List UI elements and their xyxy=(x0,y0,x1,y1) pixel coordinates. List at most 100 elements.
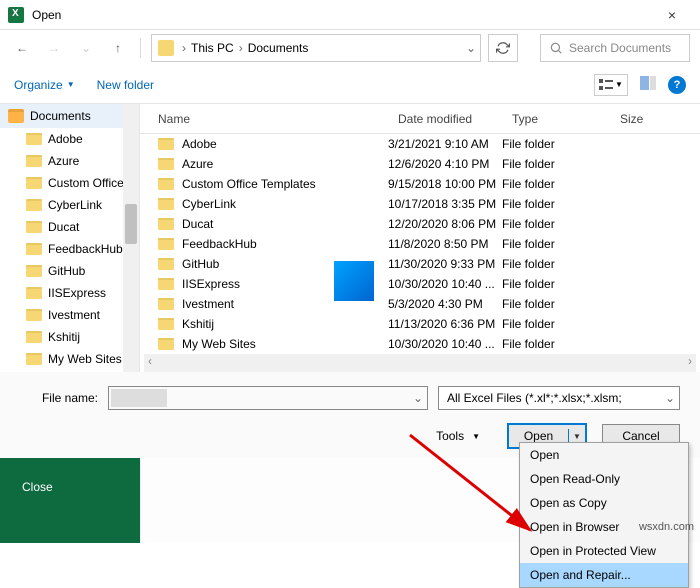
titlebar: Open × xyxy=(0,0,700,30)
chevron-right-icon[interactable]: › xyxy=(180,41,188,55)
tree-item[interactable]: GitHub xyxy=(0,260,139,282)
row-type: File folder xyxy=(502,317,610,331)
open-label[interactable]: Open xyxy=(509,429,569,443)
folder-icon xyxy=(158,318,174,330)
excel-icon xyxy=(8,7,24,23)
tools-button[interactable]: Tools ▼ xyxy=(436,429,480,443)
backstage-close[interactable]: Close xyxy=(0,466,140,508)
table-row[interactable]: Custom Office Templates9/15/2018 10:00 P… xyxy=(140,174,700,194)
column-headers: Name Date modified Type Size xyxy=(140,104,700,134)
folder-icon xyxy=(26,221,42,233)
chevron-down-icon[interactable]: ⌄ xyxy=(466,41,476,55)
folder-icon xyxy=(26,331,42,343)
scrollbar-thumb[interactable] xyxy=(125,204,137,244)
tree-item[interactable]: Ivestment xyxy=(0,304,139,326)
table-row[interactable]: Ducat12/20/2020 8:06 PMFile folder xyxy=(140,214,700,234)
folder-icon xyxy=(158,158,174,170)
folder-icon xyxy=(26,177,42,189)
preview-pane-button[interactable] xyxy=(640,76,656,93)
row-name: GitHub xyxy=(182,257,219,271)
row-type: File folder xyxy=(502,137,610,151)
tree-item[interactable]: Kshitij xyxy=(0,326,139,348)
table-row[interactable]: Adobe3/21/2021 9:10 AMFile folder xyxy=(140,134,700,154)
navbar: ← → ⌄ ↑ › This PC › Documents ⌄ Search D… xyxy=(0,30,700,66)
dd-open[interactable]: Open xyxy=(520,443,688,467)
folder-icon xyxy=(26,199,42,211)
row-type: File folder xyxy=(502,237,610,251)
tree-item-label: Custom Office xyxy=(48,176,124,190)
folder-icon xyxy=(158,218,174,230)
folder-icon xyxy=(158,338,174,350)
row-type: File folder xyxy=(502,197,610,211)
address-bar[interactable]: › This PC › Documents ⌄ xyxy=(151,34,481,62)
table-row[interactable]: CyberLink10/17/2018 3:35 PMFile folder xyxy=(140,194,700,214)
row-type: File folder xyxy=(502,337,610,351)
filetype-filter[interactable]: All Excel Files (*.xl*;*.xlsx;*.xlsm; ⌄ xyxy=(438,386,680,410)
tree-item[interactable]: Adobe xyxy=(0,128,139,150)
toolbar: Organize ▼ New folder ▼ ? xyxy=(0,66,700,104)
file-list: Name Date modified Type Size Adobe3/21/2… xyxy=(140,104,700,372)
table-row[interactable]: My Web Sites10/30/2020 10:40 ...File fol… xyxy=(140,334,700,354)
tree-item[interactable]: Azure xyxy=(0,150,139,172)
open-split-dropdown[interactable]: ▼ xyxy=(569,432,585,441)
filename-input[interactable]: ⌄ xyxy=(108,386,428,410)
tree-item[interactable]: IISExpress xyxy=(0,282,139,304)
table-row[interactable]: FeedbackHub11/8/2020 8:50 PMFile folder xyxy=(140,234,700,254)
filename-label: File name: xyxy=(20,391,98,405)
view-mode-button[interactable]: ▼ xyxy=(594,74,628,96)
tree-item[interactable]: Ducat xyxy=(0,216,139,238)
recent-dropdown[interactable]: ⌄ xyxy=(74,36,98,60)
table-row[interactable]: Kshitij11/13/2020 6:36 PMFile folder xyxy=(140,314,700,334)
row-name: Ducat xyxy=(182,217,213,231)
col-type[interactable]: Type xyxy=(502,112,610,126)
tree-item[interactable]: My Web Sites xyxy=(0,348,139,370)
up-button[interactable]: ↑ xyxy=(106,36,130,60)
newfolder-button[interactable]: New folder xyxy=(97,78,154,92)
dd-open-readonly[interactable]: Open Read-Only xyxy=(520,467,688,491)
row-date: 11/13/2020 6:36 PM xyxy=(388,317,502,331)
table-row[interactable]: Ivestment5/3/2020 4:30 PMFile folder xyxy=(140,294,700,314)
row-name: Adobe xyxy=(182,137,217,151)
help-button[interactable]: ? xyxy=(668,76,686,94)
tree-item[interactable]: CyberLink xyxy=(0,194,139,216)
search-input[interactable]: Search Documents xyxy=(540,34,690,62)
tree-header-label: Documents xyxy=(30,109,91,123)
folder-icon xyxy=(26,243,42,255)
row-date: 11/30/2020 9:33 PM xyxy=(388,257,502,271)
breadcrumb-thispc[interactable]: This PC xyxy=(188,41,237,55)
tree-item[interactable]: Custom Office xyxy=(0,172,139,194)
tree-header-documents[interactable]: Documents xyxy=(0,104,139,128)
chevron-down-icon[interactable]: ⌄ xyxy=(413,391,423,405)
row-date: 12/20/2020 8:06 PM xyxy=(388,217,502,231)
row-date: 10/17/2018 3:35 PM xyxy=(388,197,502,211)
table-row[interactable]: GitHub11/30/2020 9:33 PMFile folder xyxy=(140,254,700,274)
row-type: File folder xyxy=(502,177,610,191)
tree-item-label: FeedbackHub xyxy=(48,242,123,256)
breadcrumb-documents[interactable]: Documents xyxy=(245,41,312,55)
chevron-right-icon[interactable]: › xyxy=(237,41,245,55)
tree-item-label: Kshitij xyxy=(48,330,80,344)
refresh-button[interactable] xyxy=(488,34,518,62)
tools-label: Tools xyxy=(436,429,464,443)
tree-item[interactable]: FeedbackHub xyxy=(0,238,139,260)
window-title: Open xyxy=(32,8,652,22)
col-name[interactable]: Name xyxy=(140,112,388,126)
row-date: 5/3/2020 4:30 PM xyxy=(388,297,502,311)
folder-icon xyxy=(158,258,174,270)
table-row[interactable]: IISExpress10/30/2020 10:40 ...File folde… xyxy=(140,274,700,294)
folder-tree: Documents AdobeAzure Custom Office CyberLi… xyxy=(0,104,140,372)
folder-icon xyxy=(158,40,174,56)
dd-open-repair[interactable]: Open and Repair... xyxy=(520,563,688,587)
tree-scrollbar[interactable] xyxy=(123,104,139,372)
back-button[interactable]: ← xyxy=(10,36,34,60)
col-size[interactable]: Size xyxy=(610,112,700,126)
close-icon[interactable]: × xyxy=(652,7,692,23)
tree-item-label: Ducat xyxy=(48,220,79,234)
row-date: 11/8/2020 8:50 PM xyxy=(388,237,502,251)
table-row[interactable]: Azure12/6/2020 4:10 PMFile folder xyxy=(140,154,700,174)
tree-item-label: GitHub xyxy=(48,264,85,278)
dd-open-copy[interactable]: Open as Copy xyxy=(520,491,688,515)
horizontal-scrollbar[interactable] xyxy=(144,354,696,372)
organize-button[interactable]: Organize ▼ xyxy=(14,78,75,92)
col-date[interactable]: Date modified xyxy=(388,112,502,126)
